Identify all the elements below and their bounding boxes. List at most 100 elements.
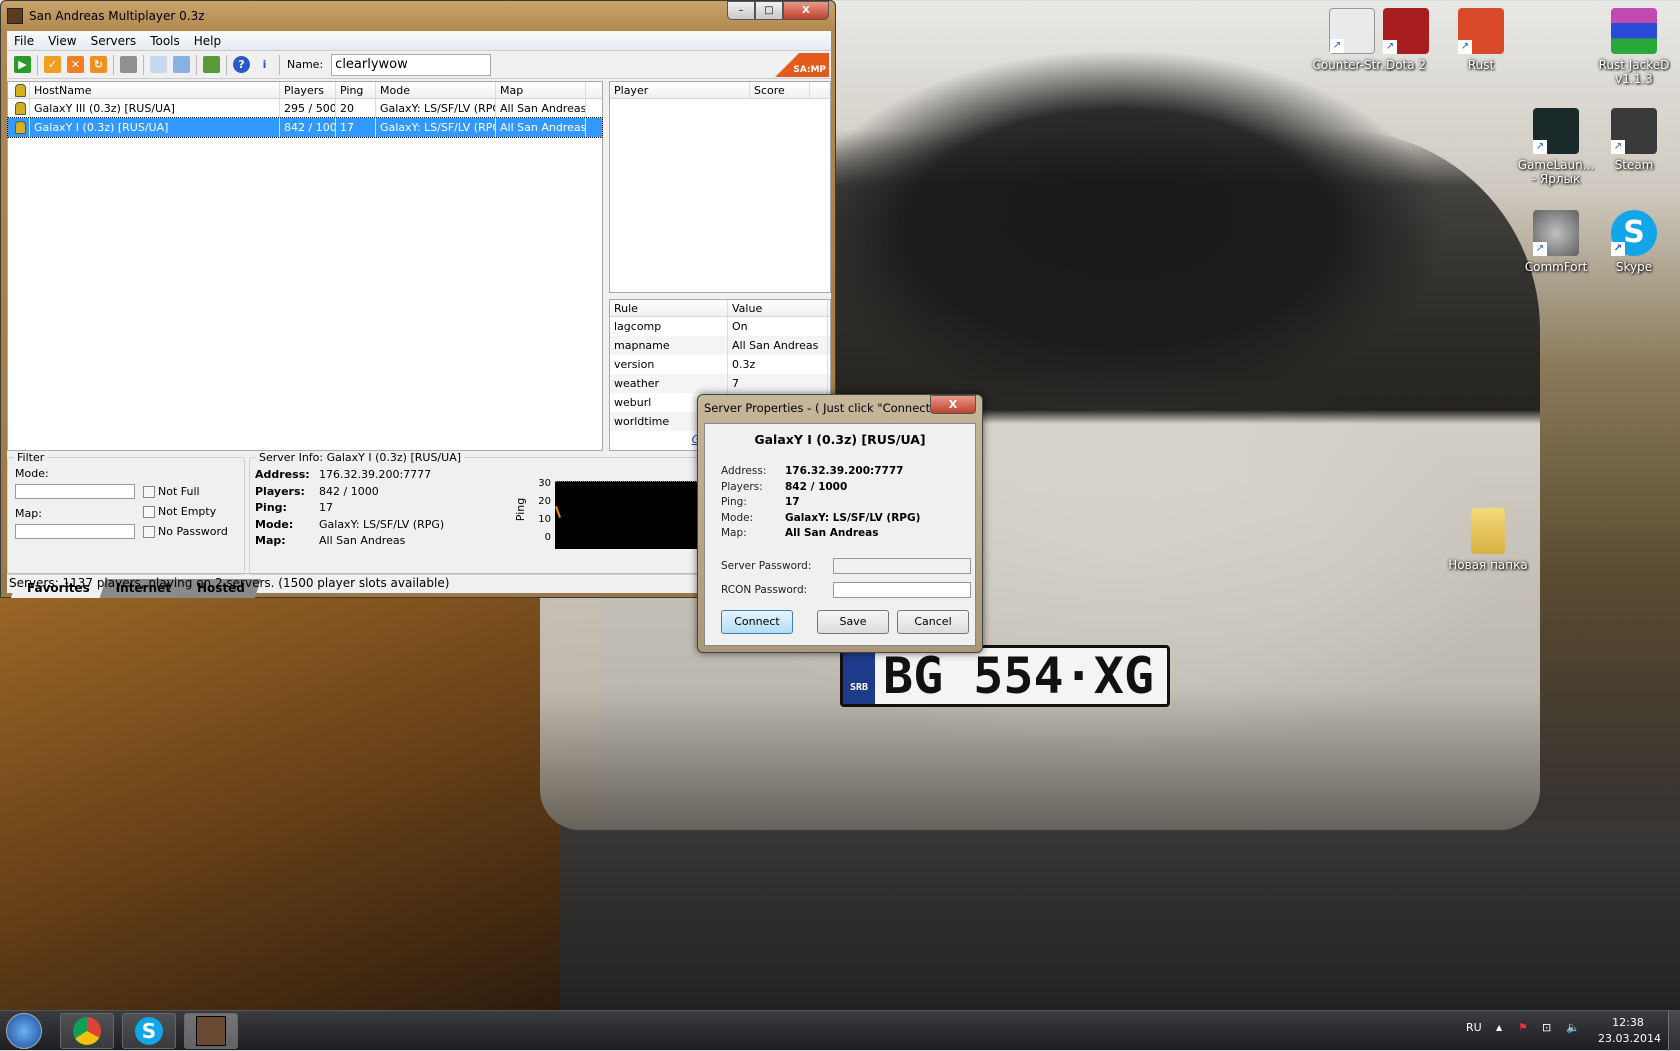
rule-row[interactable]: version 0.3z [610, 355, 830, 374]
help-icon[interactable]: ? [233, 56, 250, 73]
graph-tick: 20 [538, 496, 551, 507]
not-empty-checkbox[interactable]: Not Empty [143, 505, 216, 518]
server-row-selected[interactable]: GalaxY I (0.3z) [RUS/UA] 842 / 1000 17 G… [7, 117, 603, 138]
refresh-icon[interactable]: ↻ [90, 56, 107, 73]
maximize-button[interactable]: □ [755, 1, 783, 20]
samp-logo: SA:MP [775, 53, 829, 77]
player-name-input[interactable]: clearlywow [331, 53, 492, 76]
language-indicator[interactable]: RU [1466, 1021, 1482, 1034]
save-button[interactable]: Save [817, 610, 889, 634]
settings-icon[interactable] [203, 56, 220, 73]
rule-name: mapname [610, 336, 728, 355]
menu-tools[interactable]: Tools [143, 34, 187, 48]
skype-icon: S [1611, 210, 1657, 256]
dialog-close-button[interactable]: X [930, 395, 976, 414]
copy-icon[interactable] [150, 56, 167, 73]
rule-row[interactable]: weather 7 [610, 374, 830, 393]
cancel-button[interactable]: Cancel [897, 610, 969, 634]
winrar-icon [1611, 8, 1657, 54]
column-map[interactable]: Map [496, 82, 586, 98]
samp-app-icon [7, 8, 23, 24]
address-value: 176.32.39.200:7777 [319, 468, 432, 481]
not-full-checkbox[interactable]: Not Full [143, 485, 200, 498]
desktop-icon-skype[interactable]: SSkype [1594, 210, 1674, 274]
players-value: 842 / 1000 [319, 484, 379, 498]
network-icon[interactable]: ⊡ [1542, 1021, 1551, 1034]
rule-value: On [728, 317, 828, 336]
dlg-ping-label: Ping: [721, 496, 747, 508]
rule-name: weather [610, 374, 728, 393]
players-label: Players: [255, 484, 305, 498]
column-players[interactable]: Players [280, 82, 336, 98]
no-password-checkbox[interactable]: No Password [143, 525, 228, 538]
connect-icon[interactable]: ▶ [14, 56, 31, 73]
menu-view[interactable]: View [41, 34, 83, 48]
filter-legend: Filter [17, 451, 45, 464]
column-hostname[interactable]: HostName [30, 82, 280, 98]
players-cell: 295 / 500 [280, 99, 336, 118]
add-favorite-icon[interactable]: ✓ [44, 56, 61, 73]
rule-value: 0.3z [728, 355, 828, 374]
map-label: Map: [255, 534, 286, 547]
rcon-password-label: RCON Password: [721, 584, 808, 596]
delete-favorite-icon[interactable]: ✕ [67, 56, 84, 73]
rcon-password-input[interactable] [833, 582, 971, 598]
desktop-icon-steam[interactable]: Steam [1594, 108, 1674, 172]
close-button[interactable]: X [783, 1, 829, 20]
minimize-button[interactable]: – [727, 1, 755, 20]
checkbox-label: Not Empty [158, 505, 217, 518]
show-hidden-icons[interactable]: ▲ [1496, 1023, 1502, 1032]
server-properties-icon[interactable] [120, 56, 137, 73]
menu-servers[interactable]: Servers [84, 34, 144, 48]
desktop-icon-rust-jacked[interactable]: Rust JackeD v1.1.3 [1594, 8, 1674, 86]
column-mode[interactable]: Mode [376, 82, 496, 98]
desktop-icon-new-folder[interactable]: Новая папка [1440, 508, 1536, 572]
desktop-icon-gamelauncher[interactable]: GameLaun... - Ярлык [1516, 108, 1596, 186]
menu-file[interactable]: File [7, 34, 41, 48]
map-cell: All San Andreas [496, 118, 586, 137]
about-icon[interactable]: i [256, 56, 273, 73]
desktop-icon-commfort[interactable]: CommFort [1516, 210, 1596, 274]
column-value[interactable]: Value [728, 300, 828, 316]
lock-cell [8, 118, 30, 137]
mode-filter-input[interactable] [15, 484, 135, 499]
start-button[interactable] [6, 1013, 42, 1049]
desktop-icon-rust[interactable]: Rust [1441, 8, 1521, 72]
column-rule[interactable]: Rule [610, 300, 728, 316]
edit-icon[interactable] [173, 56, 190, 73]
title-bar[interactable]: San Andreas Multiplayer 0.3z [1, 1, 835, 31]
connect-button[interactable]: Connect [721, 610, 793, 634]
server-password-input[interactable] [833, 558, 971, 574]
column-ping[interactable]: Ping [336, 82, 376, 98]
map-filter-label: Map: [15, 507, 42, 520]
taskbar: S RU ▲ ⚑ ⊡ 🔈 12:38 23.03.2014 [0, 1010, 1680, 1051]
unlocked-icon [15, 121, 26, 134]
taskbar-skype[interactable]: S [122, 1013, 176, 1049]
server-row[interactable]: GalaxY III (0.3z) [RUS/UA] 295 / 500 20 … [8, 99, 602, 118]
column-locked[interactable] [8, 82, 30, 98]
menu-help[interactable]: Help [187, 34, 228, 48]
separator [226, 54, 227, 75]
ping-graph [555, 481, 699, 549]
rust-icon [1458, 8, 1504, 54]
taskbar-samp[interactable] [184, 1013, 238, 1049]
clock[interactable]: 12:38 23.03.2014 [1598, 1015, 1661, 1047]
taskbar-chrome[interactable] [60, 1013, 114, 1049]
column-player[interactable]: Player [610, 82, 750, 98]
rule-row[interactable]: lagcomp On [610, 317, 830, 336]
action-center-icon[interactable]: ⚑ [1518, 1021, 1528, 1034]
volume-icon[interactable]: 🔈 [1566, 1021, 1580, 1034]
column-score[interactable]: Score [750, 82, 810, 98]
server-list[interactable]: HostName Players Ping Mode Map GalaxY II… [7, 81, 603, 451]
show-desktop-button[interactable] [1668, 1011, 1680, 1051]
server-password-label: Server Password: [721, 560, 812, 572]
player-list[interactable]: Player Score [609, 81, 831, 293]
map-filter-input[interactable] [15, 524, 135, 539]
checkbox-box [143, 525, 155, 538]
rule-name: version [610, 355, 728, 374]
checkbox-box [143, 505, 155, 518]
hostname-cell: GalaxY I (0.3z) [RUS/UA] [30, 118, 280, 137]
rule-value: All San Andreas [728, 336, 828, 355]
rule-row[interactable]: mapname All San Andreas [610, 336, 830, 355]
desktop-icon-dota2[interactable]: Dota 2 [1366, 8, 1446, 72]
